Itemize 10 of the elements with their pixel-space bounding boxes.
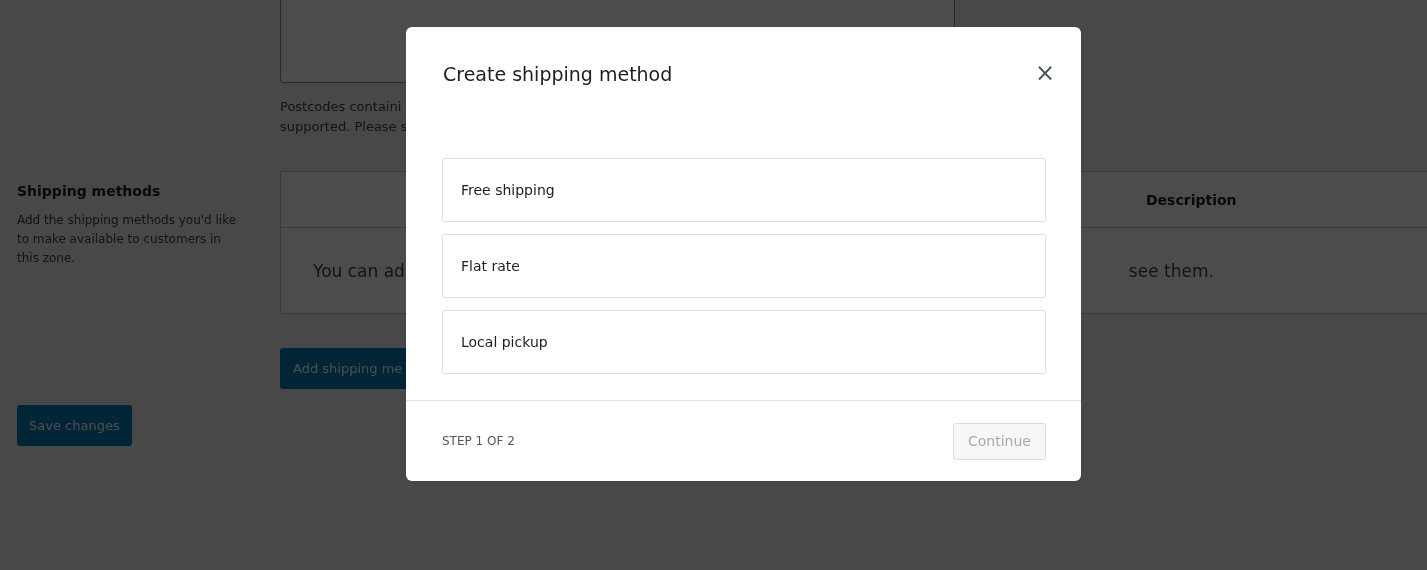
shipping-option[interactable]: Local pickup — [442, 310, 1046, 374]
empty-text: see them. — [1128, 260, 1214, 281]
step-indicator: STEP 1 OF 2 — [442, 434, 515, 448]
shipping-option[interactable]: Flat rate — [442, 234, 1046, 298]
section-title: Shipping methods — [17, 183, 162, 199]
column-header: Description — [1146, 191, 1237, 208]
close-button[interactable]: × — [1028, 61, 1061, 85]
empty-text: You can ad — [313, 260, 405, 281]
modal-title: Create shipping method — [443, 63, 673, 85]
shipping-option[interactable]: Free shipping — [442, 158, 1046, 222]
